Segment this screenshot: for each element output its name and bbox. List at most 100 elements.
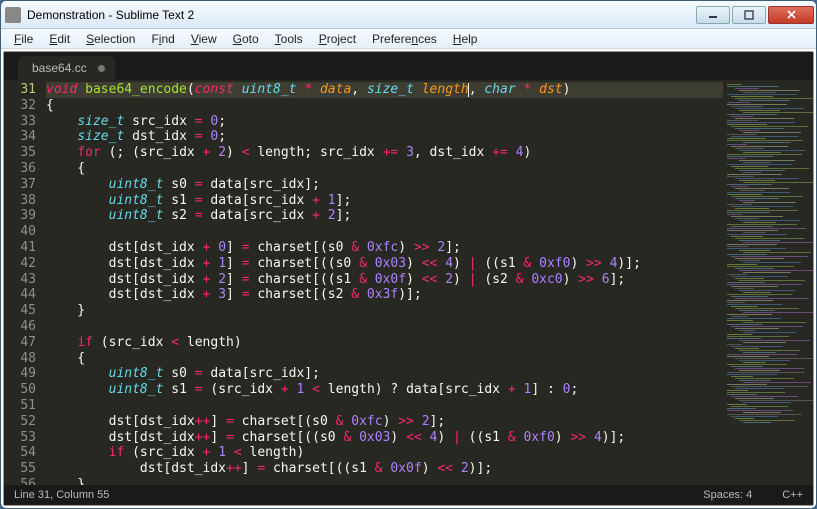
line-number[interactable]: 53 — [4, 430, 36, 446]
code-line[interactable]: dst[dst_idx + 0] = charset[(s0 & 0xfc) >… — [46, 240, 723, 256]
line-number[interactable]: 49 — [4, 366, 36, 382]
line-number[interactable]: 40 — [4, 224, 36, 240]
code-line[interactable]: for (; (src_idx + 2) < length; src_idx +… — [46, 145, 723, 161]
minimap-line — [731, 296, 768, 297]
code-line[interactable]: void base64_encode(const uint8_t * data,… — [46, 82, 723, 98]
minimap[interactable] — [723, 80, 813, 485]
minimize-button[interactable] — [696, 6, 730, 24]
menu-project[interactable]: Project — [312, 31, 363, 47]
status-language[interactable]: C++ — [782, 489, 803, 501]
minimap-line — [735, 278, 764, 279]
code-line[interactable] — [46, 224, 723, 240]
menu-view[interactable]: View — [184, 31, 224, 47]
line-number[interactable]: 54 — [4, 445, 36, 461]
code-line[interactable]: if (src_idx < length) — [46, 335, 723, 351]
code-line[interactable]: size_t src_idx = 0; — [46, 114, 723, 130]
code-line[interactable]: size_t dst_idx = 0; — [46, 129, 723, 145]
minimap-line — [735, 198, 779, 199]
menu-file[interactable]: File — [7, 31, 40, 47]
code-line[interactable]: { — [46, 161, 723, 177]
menu-goto[interactable]: Goto — [226, 31, 266, 47]
code-line[interactable]: uint8_t s0 = data[src_idx]; — [46, 366, 723, 382]
minimap-line — [727, 230, 778, 231]
minimap-line — [731, 276, 788, 277]
code-line[interactable]: dst[dst_idx + 2] = charset[((s1 & 0x0f) … — [46, 272, 723, 288]
code-line[interactable]: dst[dst_idx++] = charset[((s0 & 0x03) <<… — [46, 430, 723, 446]
minimap-line — [727, 414, 802, 415]
minimap-line — [727, 144, 747, 145]
line-gutter[interactable]: 3132333435363738394041424344454647484950… — [4, 80, 42, 485]
line-number[interactable]: 56 — [4, 477, 36, 485]
line-number[interactable]: 45 — [4, 303, 36, 319]
menu-find[interactable]: Find — [144, 31, 181, 47]
close-button[interactable] — [768, 6, 814, 24]
minimap-line — [727, 338, 761, 339]
minimap-line — [735, 238, 804, 239]
code-line[interactable]: { — [46, 98, 723, 114]
minimap-line — [739, 240, 780, 241]
code-line[interactable]: dst[dst_idx++] = charset[((s1 & 0x0f) <<… — [46, 461, 723, 477]
code-line[interactable]: { — [46, 351, 723, 367]
line-number[interactable]: 33 — [4, 114, 36, 130]
code-line[interactable]: uint8_t s1 = (src_idx + 1 < length) ? da… — [46, 382, 723, 398]
minimap-line — [743, 292, 771, 293]
editor-frame: base64.cc 313233343536373839404142434445… — [3, 51, 814, 506]
line-number[interactable]: 55 — [4, 461, 36, 477]
code-line[interactable] — [46, 398, 723, 414]
line-number[interactable]: 46 — [4, 319, 36, 335]
code-line[interactable]: uint8_t s1 = data[src_idx + 1]; — [46, 193, 723, 209]
code-line[interactable]: dst[dst_idx + 1] = charset[((s0 & 0x03) … — [46, 256, 723, 272]
tab-file[interactable]: base64.cc — [18, 56, 115, 80]
code-line[interactable]: if (src_idx + 1 < length) — [46, 445, 723, 461]
menubar: File Edit Selection Find View Goto Tools… — [1, 29, 816, 49]
code-line[interactable]: uint8_t s0 = data[src_idx]; — [46, 177, 723, 193]
status-position[interactable]: Line 31, Column 55 — [14, 489, 109, 501]
line-number[interactable]: 37 — [4, 177, 36, 193]
minimap-line — [727, 164, 792, 165]
line-number[interactable]: 32 — [4, 98, 36, 114]
line-number[interactable]: 35 — [4, 145, 36, 161]
line-number[interactable]: 41 — [4, 240, 36, 256]
minimap-line — [743, 362, 766, 363]
minimap-line — [727, 264, 757, 265]
minimap-line — [727, 392, 785, 393]
minimap-line — [727, 156, 774, 157]
titlebar[interactable]: Demonstration - Sublime Text 2 — [1, 1, 816, 29]
code-line[interactable]: } — [46, 477, 723, 485]
minimap-line — [735, 398, 774, 399]
minimap-line — [743, 152, 781, 153]
code-line[interactable]: uint8_t s2 = data[src_idx + 2]; — [46, 208, 723, 224]
code-area[interactable]: void base64_encode(const uint8_t * data,… — [42, 80, 723, 485]
code-line[interactable]: dst[dst_idx + 3] = charset[(s2 & 0x3f)]; — [46, 287, 723, 303]
minimap-line — [727, 248, 786, 249]
line-number[interactable]: 36 — [4, 161, 36, 177]
line-number[interactable]: 51 — [4, 398, 36, 414]
line-number[interactable]: 47 — [4, 335, 36, 351]
menu-help[interactable]: Help — [446, 31, 485, 47]
line-number[interactable]: 39 — [4, 208, 36, 224]
code-line[interactable] — [46, 319, 723, 335]
line-number[interactable]: 38 — [4, 193, 36, 209]
minimap-line — [727, 210, 798, 211]
code-line[interactable]: dst[dst_idx++] = charset[(s0 & 0xfc) >> … — [46, 414, 723, 430]
minimap-line — [739, 100, 790, 101]
menu-edit[interactable]: Edit — [42, 31, 77, 47]
line-number[interactable]: 42 — [4, 256, 36, 272]
status-spaces[interactable]: Spaces: 4 — [703, 489, 752, 501]
menu-tools[interactable]: Tools — [268, 31, 310, 47]
minimap-line — [727, 354, 797, 355]
line-number[interactable]: 52 — [4, 414, 36, 430]
line-number[interactable]: 43 — [4, 272, 36, 288]
code-line[interactable]: } — [46, 303, 723, 319]
maximize-button[interactable] — [732, 6, 766, 24]
line-number[interactable]: 48 — [4, 351, 36, 367]
maximize-icon — [744, 10, 754, 20]
menu-preferences[interactable]: Preferences — [365, 31, 444, 47]
line-number[interactable]: 34 — [4, 129, 36, 145]
line-number[interactable]: 44 — [4, 287, 36, 303]
minimap-line — [735, 358, 813, 359]
minimap-line — [743, 322, 806, 323]
line-number[interactable]: 31 — [4, 82, 36, 98]
line-number[interactable]: 50 — [4, 382, 36, 398]
menu-selection[interactable]: Selection — [79, 31, 142, 47]
